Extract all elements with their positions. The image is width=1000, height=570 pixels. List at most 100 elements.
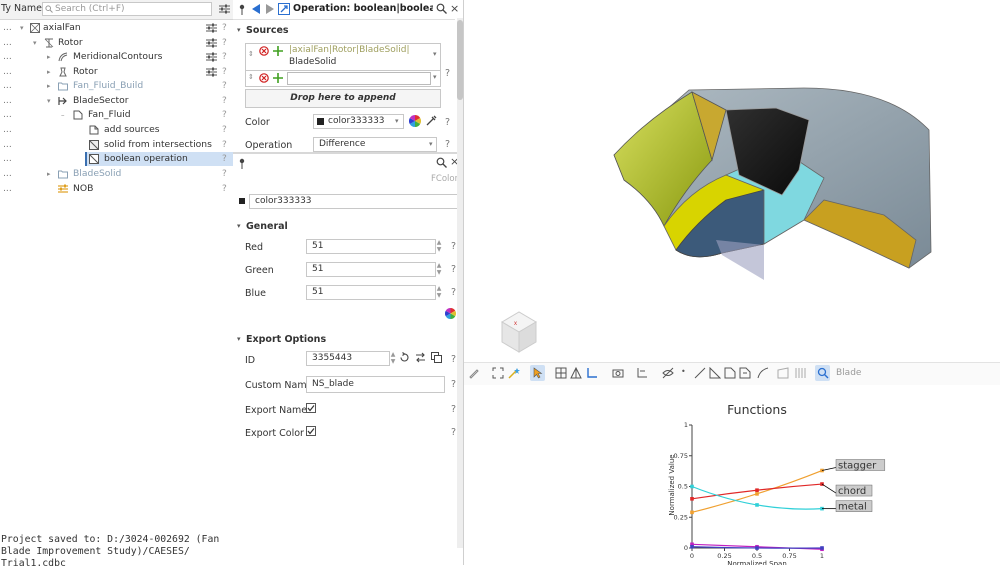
bars-tool-icon[interactable] [794,367,806,379]
line-tool-icon[interactable] [694,367,706,379]
dropdown-arrow-icon[interactable]: ▾ [433,50,437,58]
tree-item-fan-fluid[interactable]: ... – Fan_Fluid ? [0,108,232,122]
source-item-1[interactable]: ⇕ |axialFan|Rotor|BladeSolid| BladeSolid… [245,43,441,73]
settings-sliders-icon[interactable] [206,38,217,48]
collapse-arrow-icon[interactable]: ▾ [237,222,241,230]
tree-item-rotor-blade[interactable]: ... ▸ Rotor ? [0,65,232,79]
operation-select[interactable]: Difference [313,137,437,152]
blue-spinner[interactable]: ▲ ▼ [435,285,443,300]
functions-chart[interactable]: Functions00.250.50.7510 0.25 0.5 0.75 1Norma… [464,385,1000,568]
green-spinner[interactable]: ▲ ▼ [435,262,443,277]
collapse-arrow-icon[interactable]: ▾ [47,94,51,108]
magic-select-icon[interactable] [508,367,520,379]
id-spinner[interactable]: ▲ ▼ [389,351,397,366]
help-icon[interactable]: ? [445,139,450,150]
panel-tool-icon[interactable] [777,367,789,379]
panel-splitter[interactable] [233,152,457,154]
dimension-icon[interactable] [636,367,648,379]
copy-icon[interactable] [431,352,442,363]
tree-search-input[interactable]: Search (Ctrl+F) [42,2,212,16]
mesh-icon[interactable] [570,367,582,379]
dropdown-arrow-icon[interactable]: ▾ [429,140,433,148]
eyedropper-icon[interactable] [426,115,437,126]
collapse-arrow-icon[interactable]: ▾ [237,335,241,343]
help-icon[interactable]: ? [451,264,456,275]
close-icon[interactable]: × [450,2,459,15]
custom-name-input[interactable]: NS_blade [306,376,445,393]
tree-item-boolean-operation[interactable]: ... boolean operation ? [0,152,233,166]
help-icon[interactable]: ? [222,167,227,181]
solid-tool-icon[interactable] [739,367,751,379]
tree-item-fan-fluid-build[interactable]: ... ▸ Fan_Fluid_Build ? [0,79,232,93]
green-input[interactable]: 51 [306,262,436,277]
settings-sliders-icon[interactable] [206,52,217,62]
source-input[interactable] [287,72,431,85]
3d-viewport[interactable]: x [464,0,1000,362]
document-tool-icon[interactable] [724,367,736,379]
color-wheel-icon[interactable] [445,308,456,319]
add-icon[interactable] [273,46,283,56]
export-name-checkbox[interactable] [306,403,316,413]
expand-arrow-icon[interactable]: ▸ [47,50,51,64]
search-icon[interactable] [817,367,829,379]
drag-handle-icon[interactable]: ⇕ [248,73,254,81]
help-icon[interactable]: ? [222,36,227,50]
help-icon[interactable]: ? [222,21,227,35]
pointer-icon[interactable] [532,367,544,379]
collapse-arrow-icon[interactable]: – [61,108,65,122]
swap-icon[interactable] [415,352,426,363]
visibility-toggle-icon[interactable] [662,367,674,379]
help-icon[interactable]: ? [445,117,450,128]
color-wheel-icon[interactable] [409,115,421,127]
column-header-type[interactable]: Ty [1,3,11,14]
help-icon[interactable]: ? [222,123,227,137]
scrollbar-thumb[interactable] [457,20,463,100]
help-icon[interactable]: ? [222,65,227,79]
help-icon[interactable]: ? [222,79,227,93]
dropdown-arrow-icon[interactable]: ▾ [433,73,437,81]
pin-icon[interactable] [239,4,245,15]
collapse-arrow-icon[interactable]: ▾ [33,36,37,50]
object-name-input[interactable]: color333333 [249,194,461,209]
orientation-cube[interactable]: x [492,308,542,358]
axis-icon[interactable] [586,367,598,379]
expand-arrow-icon[interactable]: ▸ [47,79,51,93]
camera-icon[interactable] [612,367,624,379]
export-color-checkbox[interactable] [306,426,316,436]
red-input[interactable]: 51 [306,239,436,254]
tree-item-meridionalcontours[interactable]: ... ▸ MeridionalContours ? [0,50,232,64]
dot-icon[interactable]: • [681,367,686,376]
search-icon[interactable] [436,3,447,14]
filter-settings-icon[interactable] [219,4,230,14]
drag-handle-icon[interactable]: ⇕ [248,50,254,58]
help-icon[interactable]: ? [451,354,456,365]
help-icon[interactable]: ? [222,108,227,122]
tree-item-rotor[interactable]: ... ▾ Rotor ? [0,36,232,50]
tree-item-solid-from-intersections[interactable]: ... solid from intersections ? [0,138,232,152]
help-icon[interactable]: ? [222,182,227,196]
expand-arrow-icon[interactable]: ▸ [47,65,51,79]
collapse-arrow-icon[interactable]: ▾ [20,21,24,35]
add-icon[interactable] [273,73,283,83]
help-icon[interactable]: ? [445,68,450,79]
grid-icon[interactable] [555,367,567,379]
back-arrow-icon[interactable] [252,4,261,14]
help-icon[interactable]: ? [222,50,227,64]
search-icon[interactable] [436,157,447,168]
settings-sliders-icon[interactable] [206,23,217,33]
help-icon[interactable]: ? [451,379,456,390]
viewer-search-input[interactable]: Blade [833,366,1000,381]
forward-arrow-icon[interactable] [265,4,274,14]
column-header-name[interactable]: Name [14,3,42,14]
tree-item-axialfan[interactable]: ... ▾ axialFan ? [0,21,232,35]
remove-icon[interactable] [259,46,269,56]
curve-tool-icon[interactable] [757,367,769,379]
settings-sliders-icon[interactable] [206,67,217,77]
help-icon[interactable]: ? [451,404,456,415]
help-icon[interactable]: ? [222,138,227,152]
tree-item-add-sources[interactable]: ... add sources ? [0,123,232,137]
dropdown-arrow-icon[interactable]: ▾ [395,117,399,125]
pin-icon[interactable] [239,158,245,169]
pencil-icon[interactable] [468,367,480,379]
drop-append-area[interactable]: Drop here to append [245,89,441,108]
